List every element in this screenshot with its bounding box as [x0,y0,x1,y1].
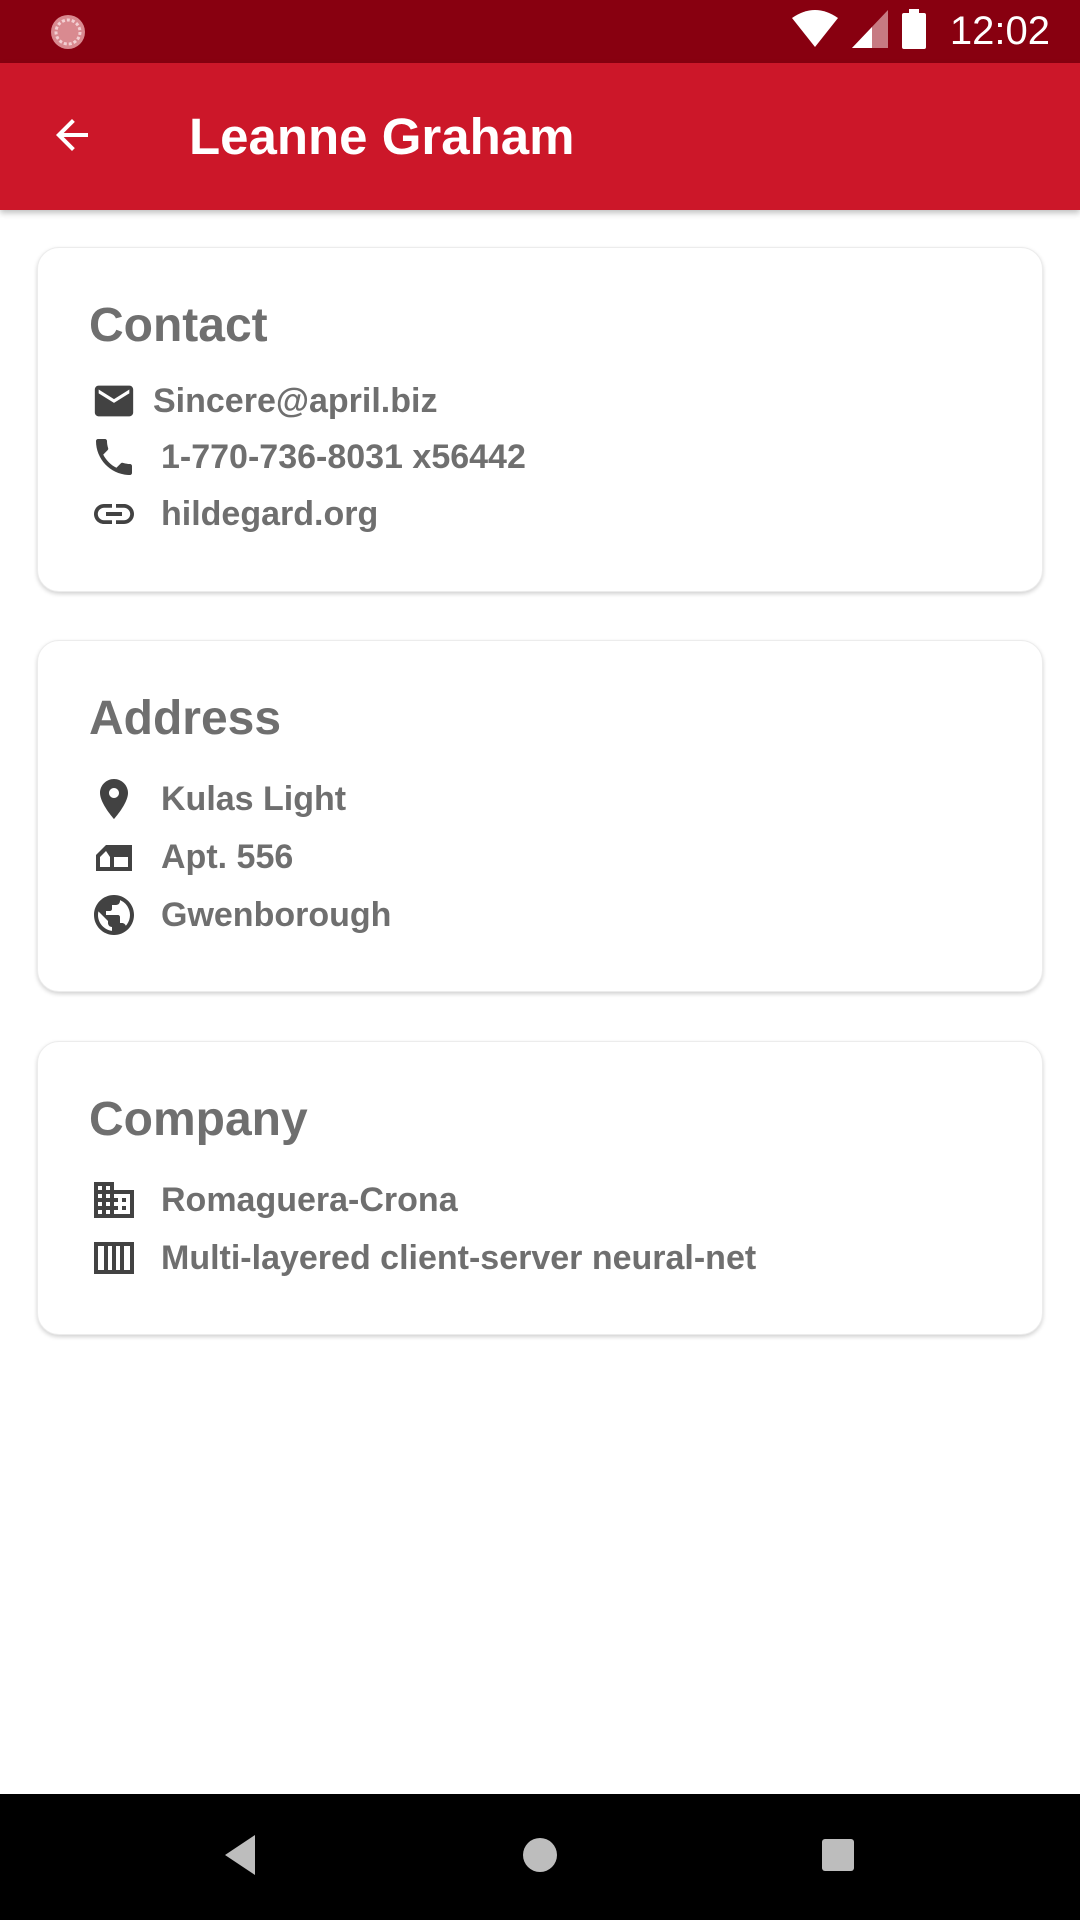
catch-phrase-row[interactable]: Multi-layered client-server neural-net [89,1230,756,1286]
website-text: hildegard.org [161,494,379,533]
company-name-row[interactable]: Romaguera-Crona [89,1172,458,1228]
phone-row[interactable]: 1-770-736-8031 x56442 [89,429,526,485]
house-icon [89,832,139,882]
email-icon [89,376,139,426]
square-recents-icon [820,1837,856,1878]
contact-card: Contact Sincere@april.biz 1-770-736-8031… [37,247,1043,592]
website-row[interactable]: hildegard.org [89,486,378,542]
phone-icon [89,432,139,482]
page-title: Leanne Graham [189,108,575,165]
nav-recents-button[interactable] [803,1822,873,1892]
contact-title: Contact [89,299,268,352]
back-button[interactable] [38,103,106,171]
location-pin-icon [89,774,139,824]
status-time: 12:02 [949,9,1050,53]
link-icon [89,489,139,539]
business-building-icon [89,1175,139,1225]
city-text: Gwenborough [161,895,392,934]
globe-icon [89,890,139,940]
arrow-back-icon [48,111,96,164]
view-column-icon [89,1233,139,1283]
app-bar: Leanne Graham [0,63,1080,210]
wifi-icon [791,10,838,53]
suite-row[interactable]: Apt. 556 [89,829,293,885]
suite-text: Apt. 556 [161,837,294,876]
street-text: Kulas Light [161,779,347,818]
system-nav-bar [0,1794,1080,1920]
catch-phrase-text: Multi-layered client-server neural-net [161,1238,757,1277]
address-title: Address [89,692,282,745]
phone-text: 1-770-736-8031 x56442 [161,437,526,476]
status-icons: 12:02 [791,0,1050,63]
email-text: Sincere@april.biz [153,381,438,420]
nav-back-button[interactable] [206,1822,276,1892]
app-notification-icon [49,13,87,51]
company-name-text: Romaguera-Crona [161,1180,458,1219]
address-card: Address Kulas Light Apt. 556 Gwenborough [37,640,1043,992]
battery-icon [901,9,926,54]
company-card: Company Romaguera-Crona Multi-layered cl… [37,1041,1043,1335]
nav-home-button[interactable] [505,1822,575,1892]
email-row[interactable]: Sincere@april.biz [89,373,437,429]
city-row[interactable]: Gwenborough [89,887,391,943]
company-title: Company [89,1093,308,1146]
cell-signal-icon [851,10,888,53]
triangle-back-icon [221,1833,261,1882]
circle-home-icon [520,1835,560,1880]
status-bar: 12:02 [0,0,1080,63]
street-row[interactable]: Kulas Light [89,771,346,827]
